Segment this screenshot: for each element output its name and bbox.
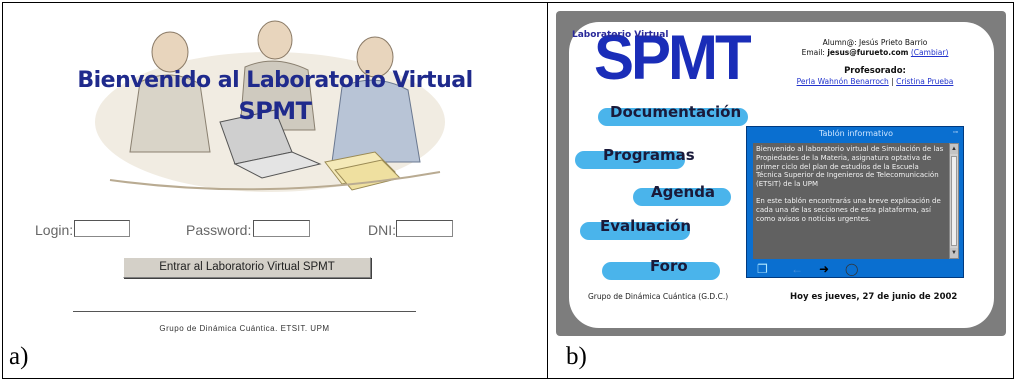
professor-link-2[interactable]: Cristina Prueba — [896, 77, 953, 86]
dni-input[interactable] — [396, 220, 453, 237]
email-label: Email: — [801, 48, 825, 57]
nav-documentacion[interactable]: Documentación — [598, 103, 748, 126]
student-name: Alumn@: Jesús Prieto Barrio — [760, 38, 990, 47]
nav-evaluacion[interactable]: Evaluación — [580, 217, 692, 240]
student-label: Alumn@: Jesús Prieto Barrio — [822, 38, 928, 47]
nav-foro-label: Foro — [650, 257, 688, 275]
enter-lab-button[interactable]: Entrar al Laboratorio Virtual SPMT — [123, 257, 371, 278]
notice-board-body: Bienvenido al laboratorio virtual de Sim… — [753, 143, 949, 259]
login-label: Login: — [35, 222, 74, 238]
scroll-thumb[interactable] — [951, 156, 957, 246]
panel-divider — [547, 2, 548, 379]
email-line: Email: jesus@furueto.com (Cambiar) — [760, 48, 990, 57]
nav-programas-label: Programas — [603, 146, 695, 164]
password-input[interactable] — [253, 220, 310, 237]
scroll-down-icon[interactable]: ▼ — [950, 248, 958, 258]
forward-arrow-icon[interactable]: ➜ — [819, 263, 829, 275]
footer-rule — [73, 311, 416, 312]
nav-foro[interactable]: Foro — [602, 257, 720, 280]
nav-evaluacion-label: Evaluación — [600, 217, 692, 235]
lab-label: Laboratorio Virtual — [572, 30, 669, 40]
change-email-link[interactable]: (Cambiar) — [911, 48, 949, 57]
scroll-up-icon[interactable]: ▲ — [950, 144, 958, 154]
professor-links: Perla Wahnón Benarroch | Cristina Prueba — [760, 77, 990, 86]
nav-agenda-label: Agenda — [651, 183, 716, 201]
dni-label: DNI: — [368, 222, 396, 238]
back-arrow-icon[interactable]: ← — [791, 263, 803, 275]
nav-programas[interactable]: Programas — [575, 146, 695, 169]
nav-agenda[interactable]: Agenda — [633, 183, 731, 206]
stop-icon[interactable]: ◯ — [845, 263, 858, 275]
footer-text: Grupo de Dinámica Cuántica. ETSIT. UPM — [159, 324, 330, 333]
professor-link-1[interactable]: Perla Wahnón Benarroch — [797, 77, 889, 86]
notice-board: Tablón informativo ▫▫ Bienvenido al labo… — [746, 126, 964, 278]
notice-paragraph-1: Bienvenido al laboratorio virtual de Sim… — [756, 145, 944, 189]
credit-text: Grupo de Dinámica Cuántica (G.D.C.) — [588, 292, 729, 301]
notice-paragraph-2: En este tablón encontrarás una breve exp… — [756, 196, 941, 223]
welcome-title-spmt: SPMT — [238, 97, 312, 125]
panel-b-label: b) — [566, 343, 587, 370]
notice-scrollbar[interactable]: ▲ ▼ — [949, 143, 959, 259]
expand-icon[interactable]: ▫▫ — [953, 129, 958, 136]
nav-documentacion-label: Documentación — [610, 103, 742, 121]
welcome-title: Bienvenido al Laboratorio Virtual — [77, 68, 473, 93]
notice-board-title: Tablón informativo — [818, 129, 894, 138]
date-text: Hoy es jueves, 27 de junio de 2002 — [790, 292, 958, 302]
email-value: jesus@furueto.com — [827, 48, 909, 57]
professor-heading: Profesorado: — [844, 66, 906, 76]
professor-separator: | — [891, 77, 894, 86]
panel-a-label: a) — [9, 343, 29, 370]
login-input[interactable] — [74, 220, 130, 237]
copy-icon[interactable]: ❐ — [757, 263, 768, 275]
password-label: Password: — [186, 222, 252, 238]
